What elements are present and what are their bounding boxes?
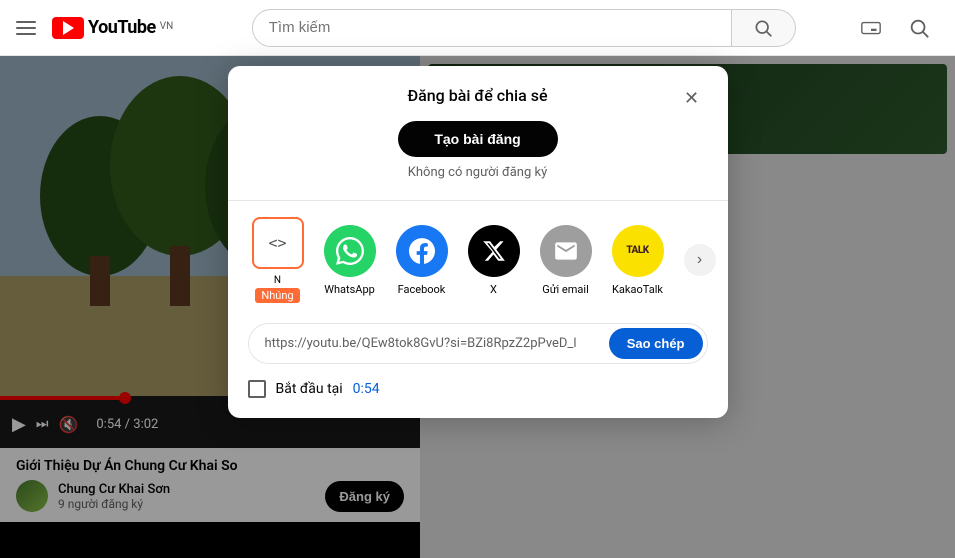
- share-item-email[interactable]: Gửi email: [536, 225, 596, 296]
- post-button[interactable]: Tạo bài đăng: [398, 121, 558, 157]
- modal-title: Đăng bài để chia sẻ: [407, 86, 547, 105]
- youtube-logo-icon: [52, 17, 84, 39]
- link-row: https://youtu.be/QEw8tok8GvU?si=BZi8RpzZ…: [248, 323, 708, 364]
- youtube-logo-text: YouTube: [88, 17, 156, 38]
- header-icons: [851, 8, 939, 48]
- modal-divider: [228, 200, 728, 201]
- facebook-icon: [396, 225, 448, 277]
- search-button[interactable]: [732, 9, 796, 47]
- share-modal: Đăng bài để chia sẻ ✕ Tạo bài đăng Không…: [228, 66, 728, 418]
- menu-icon[interactable]: [16, 21, 36, 35]
- main-content: Bước 2 ↓ ▶ ⏭ 🔇 0:54 / 3:02 Giới Thiệu Dự…: [0, 56, 955, 558]
- youtube-logo-vn: VN: [160, 21, 174, 32]
- start-at-checkbox[interactable]: [248, 380, 266, 398]
- start-at-row: Bắt đầu tại 0:54: [248, 380, 708, 398]
- copy-button[interactable]: Sao chép: [609, 328, 703, 359]
- kakao-label: KakaoTalk: [612, 283, 663, 296]
- email-icon: [540, 225, 592, 277]
- modal-close-button[interactable]: ✕: [676, 82, 708, 114]
- youtube-logo[interactable]: YouTube VN: [52, 17, 173, 39]
- share-next-button[interactable]: ›: [684, 244, 716, 276]
- embed-label-n: N: [274, 275, 281, 286]
- kakao-icon: TALK: [612, 225, 664, 277]
- youtube-header: YouTube VN: [0, 0, 955, 56]
- next-chevron-icon: ›: [697, 251, 702, 269]
- facebook-label: Facebook: [398, 283, 446, 296]
- modal-header: Đăng bài để chia sẻ ✕: [248, 86, 708, 105]
- x-label: X: [490, 283, 497, 296]
- share-item-whatsapp[interactable]: WhatsApp: [320, 225, 380, 296]
- share-icons-row: <> N Nhúng WhatsApp: [248, 217, 708, 303]
- search-icon-button[interactable]: [899, 8, 939, 48]
- no-subscribers-text: Không có người đăng ký: [248, 165, 708, 180]
- search-input[interactable]: [252, 9, 732, 47]
- share-item-embed[interactable]: <> N Nhúng: [248, 217, 308, 303]
- start-at-label: Bắt đầu tại: [276, 381, 343, 397]
- start-at-time[interactable]: 0:54: [353, 381, 380, 397]
- whatsapp-label: WhatsApp: [324, 283, 375, 296]
- search-bar: [252, 9, 796, 47]
- embed-label-nhung: Nhúng: [255, 288, 299, 303]
- modal-overlay: Đăng bài để chia sẻ ✕ Tạo bài đăng Không…: [0, 56, 955, 558]
- share-item-facebook[interactable]: Facebook: [392, 225, 452, 296]
- keyboard-icon-button[interactable]: [851, 8, 891, 48]
- share-item-kakao[interactable]: TALK KakaoTalk: [608, 225, 668, 296]
- whatsapp-icon: [324, 225, 376, 277]
- email-label: Gửi email: [542, 283, 589, 296]
- link-url: https://youtu.be/QEw8tok8GvU?si=BZi8RpzZ…: [265, 336, 609, 351]
- share-item-x[interactable]: X: [464, 225, 524, 296]
- embed-icon: <>: [252, 217, 304, 269]
- x-icon: [468, 225, 520, 277]
